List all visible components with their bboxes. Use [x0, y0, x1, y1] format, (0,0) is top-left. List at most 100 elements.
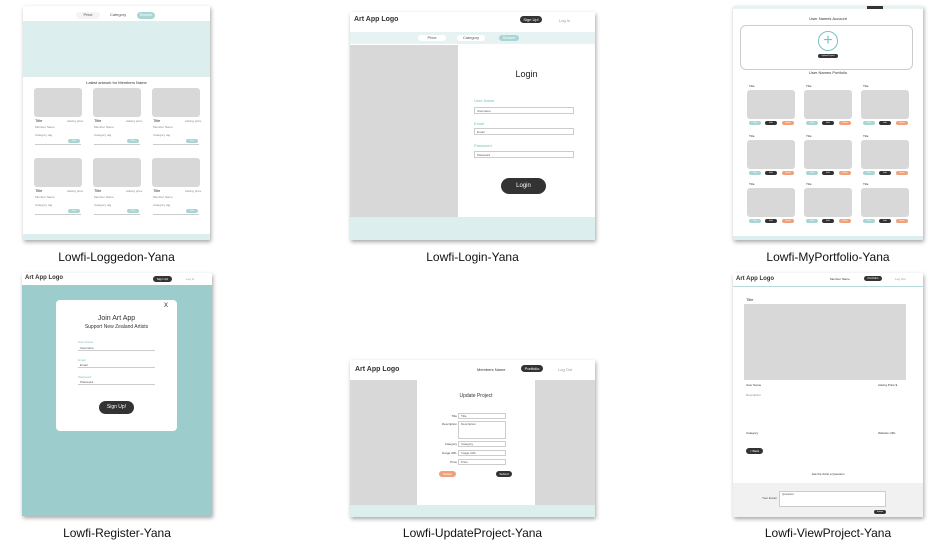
portfolio-edit-button[interactable]: Edit: [765, 121, 777, 125]
portfolio-delete-button[interactable]: Delete: [896, 219, 908, 223]
portfolio-edit-button[interactable]: Edit: [765, 171, 777, 175]
portfolio-card-title: Title: [806, 134, 812, 138]
question-submit-button[interactable]: Submit: [874, 510, 886, 514]
caption-loggedon: Lowfi-Loggedon-Yana: [58, 250, 175, 264]
thumbnail-register[interactable]: Art App Logo Sign Up! Log In X Join Art …: [22, 273, 212, 516]
email-input[interactable]: Email: [474, 128, 574, 135]
back-button[interactable]: < Back: [746, 448, 763, 454]
submit-button[interactable]: Submit: [496, 471, 512, 477]
question-input[interactable]: Question: [779, 491, 886, 507]
thumbnail-login[interactable]: Art App Logo Sign Up! Log In Price Categ…: [350, 12, 595, 240]
portfolio-view-button[interactable]: View: [749, 219, 761, 223]
card-view-button[interactable]: View: [127, 209, 139, 213]
register-signup-button[interactable]: Sign Up!: [99, 401, 134, 414]
nav-category[interactable]: Category: [457, 35, 485, 41]
portfolio-view-button[interactable]: View: [749, 171, 761, 175]
portfolio-view-button[interactable]: View: [806, 121, 818, 125]
portfolio-edit-button[interactable]: Edit: [822, 219, 834, 223]
nav-price[interactable]: Price: [76, 12, 100, 19]
portfolio-delete-button[interactable]: Delete: [782, 171, 794, 175]
username-label: User Name: [78, 340, 94, 344]
portfolio-delete-button[interactable]: Delete: [839, 219, 851, 223]
portfolio-view-button[interactable]: View: [806, 219, 818, 223]
form-input[interactable]: Category: [458, 441, 506, 447]
member-name[interactable]: Member Name: [830, 277, 850, 281]
card-category: Category tag: [153, 133, 171, 137]
login-link[interactable]: Log In: [559, 18, 570, 23]
thumbnail-updateproject[interactable]: Art App Logo Members Name Portfolio Log …: [350, 360, 595, 517]
portfolio-delete-button[interactable]: Delete: [839, 121, 851, 125]
app-logo: Art App Logo: [25, 275, 64, 281]
username-input[interactable]: Username: [78, 346, 155, 351]
add-icon[interactable]: +: [818, 31, 838, 51]
portfolio-view-button[interactable]: View: [863, 171, 875, 175]
member-name[interactable]: Members Name: [477, 367, 505, 372]
card-member: Member Name: [94, 125, 114, 129]
nav-search[interactable]: Search: [137, 12, 155, 19]
username-input[interactable]: Username: [474, 107, 574, 114]
password-input[interactable]: Password: [78, 380, 155, 385]
logout-link[interactable]: Log Out: [895, 277, 906, 281]
card-view-button[interactable]: View: [68, 139, 80, 143]
caption-viewproject: Lowfi-ViewProject-Yana: [764, 526, 892, 540]
portfolio-card-title: Title: [863, 84, 869, 88]
thumbnail-loggedon[interactable]: Price Category Search Latest artwork for…: [23, 6, 210, 240]
footer: [733, 236, 923, 240]
card-view-button[interactable]: View: [127, 139, 139, 143]
portfolio-card-title: Title: [749, 134, 755, 138]
card-view-button[interactable]: View: [186, 209, 198, 213]
card-member: Member Name: [153, 125, 173, 129]
thumbnail-viewproject[interactable]: Art App Logo Member Name Portfolio Log O…: [733, 273, 923, 517]
footer: [23, 234, 210, 240]
card-view-button[interactable]: View: [186, 139, 198, 143]
portfolio-edit-button[interactable]: Edit: [879, 121, 891, 125]
card-view-button[interactable]: View: [68, 209, 80, 213]
form-label: Title: [451, 414, 457, 418]
portfolio-delete-button[interactable]: Delete: [839, 171, 851, 175]
portfolio-edit-button[interactable]: Edit: [822, 171, 834, 175]
email-input[interactable]: Email: [78, 363, 155, 368]
card-divider: [94, 144, 140, 145]
nav-category[interactable]: Category: [105, 12, 131, 19]
form-label: Price: [450, 460, 457, 464]
portfolio-button[interactable]: Portfolio: [521, 365, 543, 372]
portfolio-view-button[interactable]: View: [806, 171, 818, 175]
portfolio-edit-button[interactable]: Edit: [765, 219, 777, 223]
logout-link[interactable]: Log Out: [558, 367, 572, 372]
card-member: Member Name: [153, 195, 173, 199]
form-input[interactable]: Title: [458, 413, 506, 419]
card-divider: [153, 144, 199, 145]
form-input[interactable]: Description: [458, 421, 506, 439]
form-input[interactable]: Price: [458, 459, 506, 465]
nav-price[interactable]: Price: [418, 35, 446, 41]
portfolio-delete-button[interactable]: Delete: [896, 171, 908, 175]
login-link[interactable]: Log In: [186, 277, 194, 281]
delete-button[interactable]: Delete: [439, 471, 456, 477]
signup-button[interactable]: Sign Up!: [153, 276, 172, 282]
login-title: Login: [515, 69, 538, 79]
card-title: Title: [35, 118, 43, 123]
portfolio-button[interactable]: Portfolio: [864, 276, 882, 281]
portfolio-view-button[interactable]: View: [863, 121, 875, 125]
portfolio-view-button[interactable]: View: [863, 219, 875, 223]
form-input[interactable]: Image URL: [458, 450, 506, 456]
website-url[interactable]: Website URL: [878, 431, 896, 435]
close-icon[interactable]: X: [164, 303, 168, 309]
card-price: Asking price: [67, 119, 84, 123]
portfolio-delete-button[interactable]: Delete: [782, 219, 794, 223]
portfolio-view-button[interactable]: View: [749, 121, 761, 125]
portfolio-edit-button[interactable]: Edit: [822, 121, 834, 125]
login-button[interactable]: Login: [501, 178, 546, 194]
card-image: [152, 158, 200, 187]
top-bar: [733, 6, 923, 9]
portfolio-delete-button[interactable]: Delete: [782, 121, 794, 125]
upload-project-button[interactable]: Upload Project: [818, 54, 838, 58]
signup-button[interactable]: Sign Up!: [520, 16, 542, 23]
portfolio-edit-button[interactable]: Edit: [879, 171, 891, 175]
ask-heading: Ask the Artist a Question: [811, 472, 845, 476]
portfolio-edit-button[interactable]: Edit: [879, 219, 891, 223]
nav-search[interactable]: Search: [499, 35, 519, 41]
password-input[interactable]: Password: [474, 151, 574, 158]
thumbnail-myportfolio[interactable]: User Names Account + Upload Project User…: [733, 6, 923, 240]
portfolio-delete-button[interactable]: Delete: [896, 121, 908, 125]
